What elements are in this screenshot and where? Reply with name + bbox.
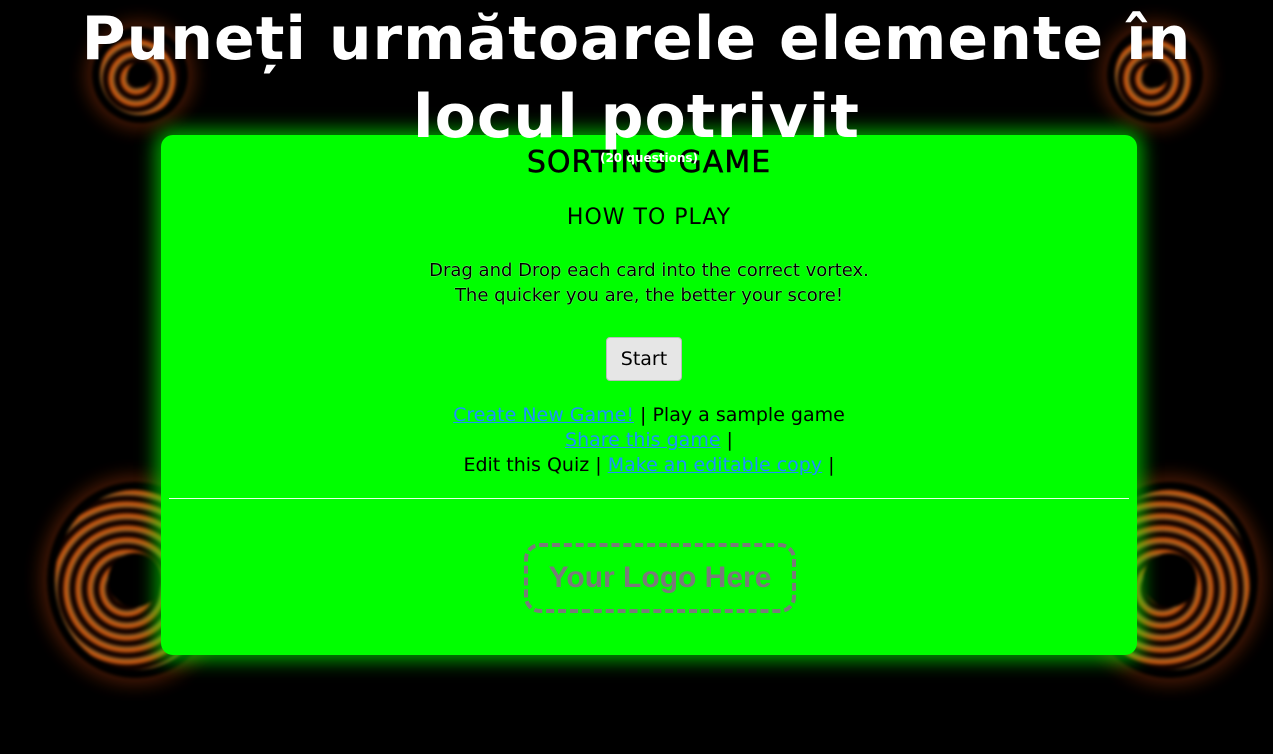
- instruction-line: The quicker you are, the better your sco…: [454, 285, 844, 306]
- create-new-game-link[interactable]: Create New Game!: [453, 404, 634, 426]
- edit-quiz-text: Edit this Quiz: [463, 454, 590, 476]
- how-to-play-heading: HOW TO PLAY: [566, 205, 732, 230]
- share-game-link[interactable]: Share this game: [565, 429, 720, 451]
- instructions: Drag and Drop each card into the correct…: [161, 258, 1137, 308]
- game-links: Create New Game! | Play a sample game Sh…: [161, 403, 1137, 478]
- start-button[interactable]: Start: [606, 337, 682, 381]
- logo-placeholder: Your Logo Here: [524, 543, 796, 613]
- page-title: Puneți următoarele elemente în locul pot…: [81, 4, 1192, 152]
- divider: [169, 498, 1129, 499]
- link-separator: |: [633, 404, 653, 426]
- play-sample-game-text: Play a sample game: [652, 404, 845, 426]
- game-panel: (20 questions) SORTING GAME HOW TO PLAY …: [161, 135, 1137, 655]
- instruction-line: Drag and Drop each card into the correct…: [429, 260, 869, 281]
- link-separator: |: [589, 454, 608, 476]
- link-separator: |: [720, 429, 733, 451]
- link-separator: |: [822, 454, 835, 476]
- make-editable-copy-link[interactable]: Make an editable copy: [608, 454, 822, 476]
